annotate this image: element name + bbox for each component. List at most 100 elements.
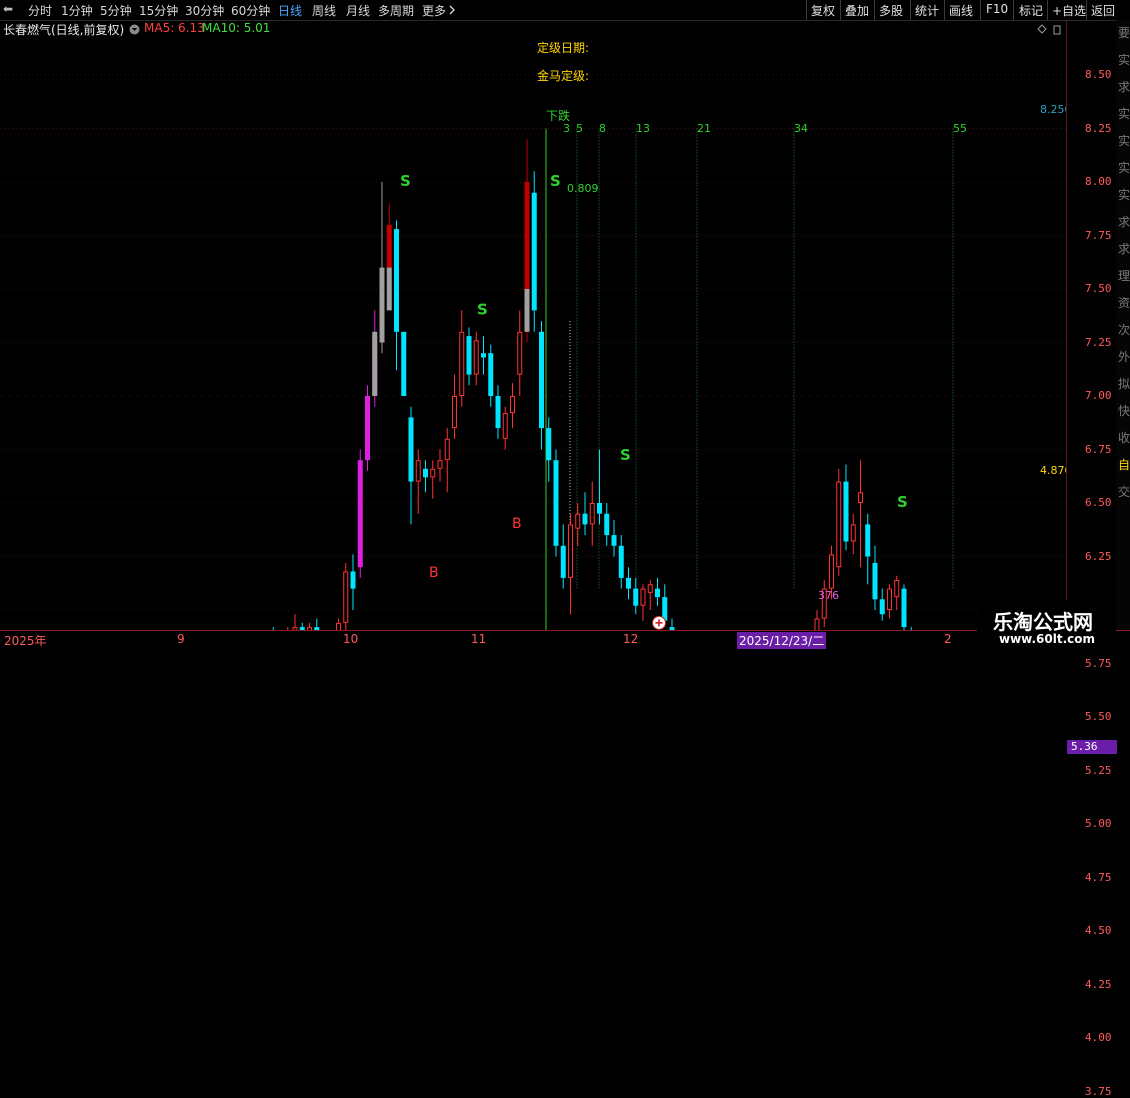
price-tick-label: 4.00 [1085, 1031, 1112, 1044]
tab-weekly[interactable]: 周线 [312, 2, 336, 19]
candle [488, 344, 494, 407]
candle [408, 406, 414, 525]
candle [539, 321, 544, 450]
fib-time-lines [545, 128, 954, 630]
candle-body [510, 396, 515, 414]
candle-body [626, 577, 631, 589]
side-panel-char: 求 [1118, 80, 1130, 94]
candle-body [394, 229, 399, 332]
tab-more[interactable]: 更多 [422, 2, 446, 19]
candle [872, 545, 878, 610]
fib-number: 8 [599, 122, 606, 135]
side-panel-char: 求 [1118, 215, 1130, 229]
overlay-button[interactable]: 叠加 [845, 2, 869, 19]
price-tick-label: 8.00 [1085, 175, 1112, 188]
candle-body [459, 331, 465, 396]
candle [292, 614, 298, 630]
candle-body [437, 460, 443, 469]
return-button[interactable]: 返回 [1091, 2, 1115, 19]
candle-body [575, 513, 581, 529]
multi-stock-button[interactable]: 多股 [879, 2, 903, 19]
dropdown-circle-icon[interactable] [129, 24, 140, 35]
price-tick-label: 6.25 [1085, 549, 1112, 563]
candle [307, 622, 312, 630]
candle-gray-zone [524, 289, 530, 332]
candle-body [836, 481, 842, 568]
candle-body [633, 588, 639, 606]
tab-30min[interactable]: 30分钟 [185, 2, 224, 19]
tab-1min[interactable]: 1分钟 [61, 2, 93, 19]
candle [423, 460, 428, 493]
f10-button[interactable]: F10 [986, 2, 1008, 16]
price-tick-label: 7.75 [1085, 228, 1112, 242]
side-panel-char: 实 [1118, 53, 1130, 67]
side-panel-char: 外 [1118, 350, 1130, 364]
candle [858, 460, 863, 568]
back-arrow-icon[interactable]: ⬅ [3, 2, 13, 16]
tab-fenshi[interactable]: 分时 [28, 2, 52, 19]
stock-title: 长春燃气(日线,前复权) [3, 23, 125, 37]
candle-body [408, 417, 414, 482]
candle [502, 406, 508, 450]
candle-body [401, 331, 407, 396]
candle [466, 327, 472, 386]
statistics-button[interactable]: 统计 [915, 2, 939, 19]
candle-gray-zone [379, 267, 385, 343]
chart-controls-icons[interactable] [1037, 24, 1063, 36]
price-tick-label: 4.25 [1085, 977, 1112, 991]
candle [647, 580, 653, 610]
tab-monthly[interactable]: 月线 [346, 2, 370, 19]
tab-60min[interactable]: 60分钟 [231, 2, 270, 19]
candle [430, 460, 436, 499]
candle [611, 520, 617, 557]
price-tick-label: 4.50 [1085, 924, 1112, 937]
chevron-right-icon[interactable] [448, 4, 456, 16]
candle [568, 513, 573, 615]
candle-body [568, 524, 573, 578]
buy-signal: B [512, 516, 522, 532]
candle [836, 468, 842, 576]
candle-body [887, 588, 892, 610]
fib-number: 13 [636, 122, 650, 135]
candle [553, 449, 559, 557]
date-label: 10 [343, 632, 359, 646]
candle [452, 374, 457, 439]
candlestick-chart[interactable]: 定级日期: 金马定级: 下跌35 8 13 21 34 55 0.809 376 8.250 4.87… [0, 38, 1066, 630]
candle-body [343, 571, 349, 623]
candle-body [336, 622, 341, 630]
candle [481, 336, 486, 375]
fib-number: 3 [563, 122, 570, 135]
candle-body [850, 524, 856, 542]
sell-signal: S [897, 493, 908, 511]
candle-body [502, 413, 508, 439]
adjust-button[interactable]: 复权 [811, 2, 835, 19]
tab-multi-period[interactable]: 多周期 [378, 2, 414, 19]
candle [604, 503, 610, 546]
tab-15min[interactable]: 15分钟 [139, 2, 178, 19]
price-tick-label: 8.25 [1085, 121, 1112, 135]
candle-body [843, 481, 849, 542]
candle [582, 492, 588, 536]
tab-daily[interactable]: 日线 [278, 2, 302, 19]
bar-counter: 376 [818, 589, 839, 602]
toolbar: ⬅ 分时 1分钟 5分钟 15分钟 30分钟 60分钟 日线 周线 月线 多周期… [0, 0, 1130, 21]
mark-button[interactable]: 标记 [1019, 2, 1043, 19]
candle-body [604, 513, 610, 536]
add-watchlist-button[interactable]: +自选 [1052, 2, 1086, 19]
candle [314, 618, 320, 630]
candle-body [611, 535, 617, 546]
candle [560, 524, 566, 589]
candle [459, 310, 465, 407]
tab-5min[interactable]: 5分钟 [100, 2, 132, 19]
fall-label: 下跌 [546, 108, 570, 123]
draw-line-button[interactable]: 画线 [949, 2, 973, 19]
candle-body [640, 588, 646, 606]
candle [589, 481, 595, 546]
candle [299, 622, 305, 630]
candle [618, 535, 624, 589]
candle-body [814, 618, 820, 630]
candle-body [618, 545, 624, 578]
date-axis: 2025年 9 10 11 12 2025/12/23/二 2 [0, 630, 1130, 651]
candle [901, 584, 907, 630]
candle-body [539, 331, 544, 429]
